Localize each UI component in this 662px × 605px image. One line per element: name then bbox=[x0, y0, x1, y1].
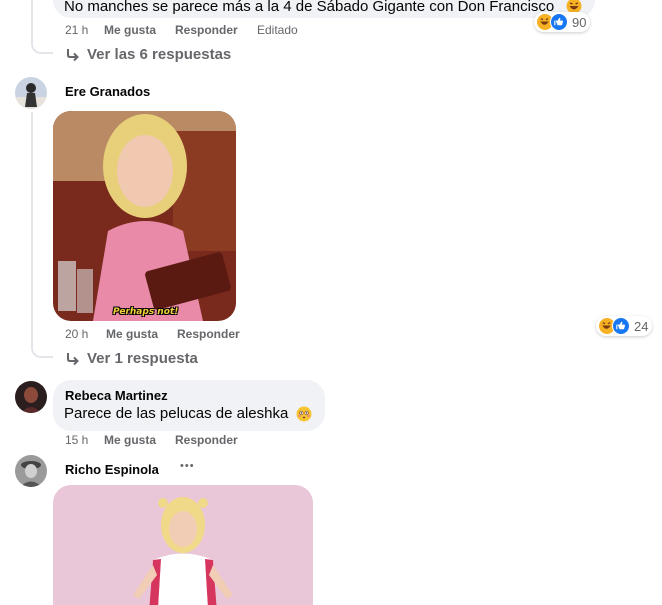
like-reaction-icon bbox=[550, 13, 568, 31]
avatar[interactable] bbox=[15, 455, 47, 487]
comment-text: No manches se parece más a la 4 de Sábad… bbox=[64, 0, 555, 15]
gif-image[interactable] bbox=[53, 485, 313, 605]
reply-arrow-icon bbox=[67, 48, 79, 61]
reply-button[interactable]: Responder bbox=[175, 23, 238, 37]
like-button[interactable]: Me gusta bbox=[104, 433, 156, 447]
reaction-summary[interactable]: 24 bbox=[596, 316, 653, 336]
thread-connector bbox=[31, 330, 53, 358]
flushed-emoji-icon bbox=[296, 406, 312, 427]
view-replies-link[interactable]: Ver 1 respuesta bbox=[65, 350, 198, 367]
comment-timestamp[interactable]: 15 h bbox=[65, 433, 88, 447]
view-replies-link[interactable]: Ver las 6 respuestas bbox=[65, 46, 231, 63]
reply-button[interactable]: Responder bbox=[177, 327, 240, 341]
comment-bubble: No manches se parece más a la 4 de Sábad… bbox=[53, 0, 595, 18]
reply-button[interactable]: Responder bbox=[175, 433, 238, 447]
thread-connector bbox=[31, 28, 53, 54]
reaction-count: 24 bbox=[634, 318, 649, 334]
avatar[interactable] bbox=[15, 77, 47, 109]
like-button[interactable]: Me gusta bbox=[106, 327, 158, 341]
comment-author[interactable]: Richo Espinola bbox=[65, 462, 159, 477]
view-replies-label: Ver 1 respuesta bbox=[87, 350, 198, 367]
comment-author[interactable]: Rebeca Martinez bbox=[65, 388, 168, 403]
gif-caption: Perhaps not! bbox=[113, 307, 179, 317]
comment-text: Parece de las pelucas de aleshka bbox=[64, 405, 289, 422]
comment-timestamp[interactable]: 21 h bbox=[65, 23, 88, 37]
like-reaction-icon bbox=[612, 317, 630, 335]
avatar[interactable] bbox=[15, 381, 47, 413]
thread-line bbox=[31, 112, 33, 340]
comment-timestamp[interactable]: 20 h bbox=[65, 327, 88, 341]
reaction-summary[interactable]: 90 bbox=[534, 12, 591, 32]
edited-label: Editado bbox=[257, 23, 298, 37]
comment-author[interactable]: Ere Granados bbox=[65, 84, 150, 99]
gif-image[interactable]: Perhaps not! bbox=[53, 111, 236, 321]
view-replies-label: Ver las 6 respuestas bbox=[87, 46, 232, 63]
reaction-count: 90 bbox=[572, 14, 587, 30]
comment-bubble: Rebeca Martinez Parece de las pelucas de… bbox=[53, 380, 325, 431]
more-options-icon[interactable]: ••• bbox=[180, 460, 195, 472]
reply-arrow-icon bbox=[67, 352, 79, 365]
like-button[interactable]: Me gusta bbox=[104, 23, 156, 37]
